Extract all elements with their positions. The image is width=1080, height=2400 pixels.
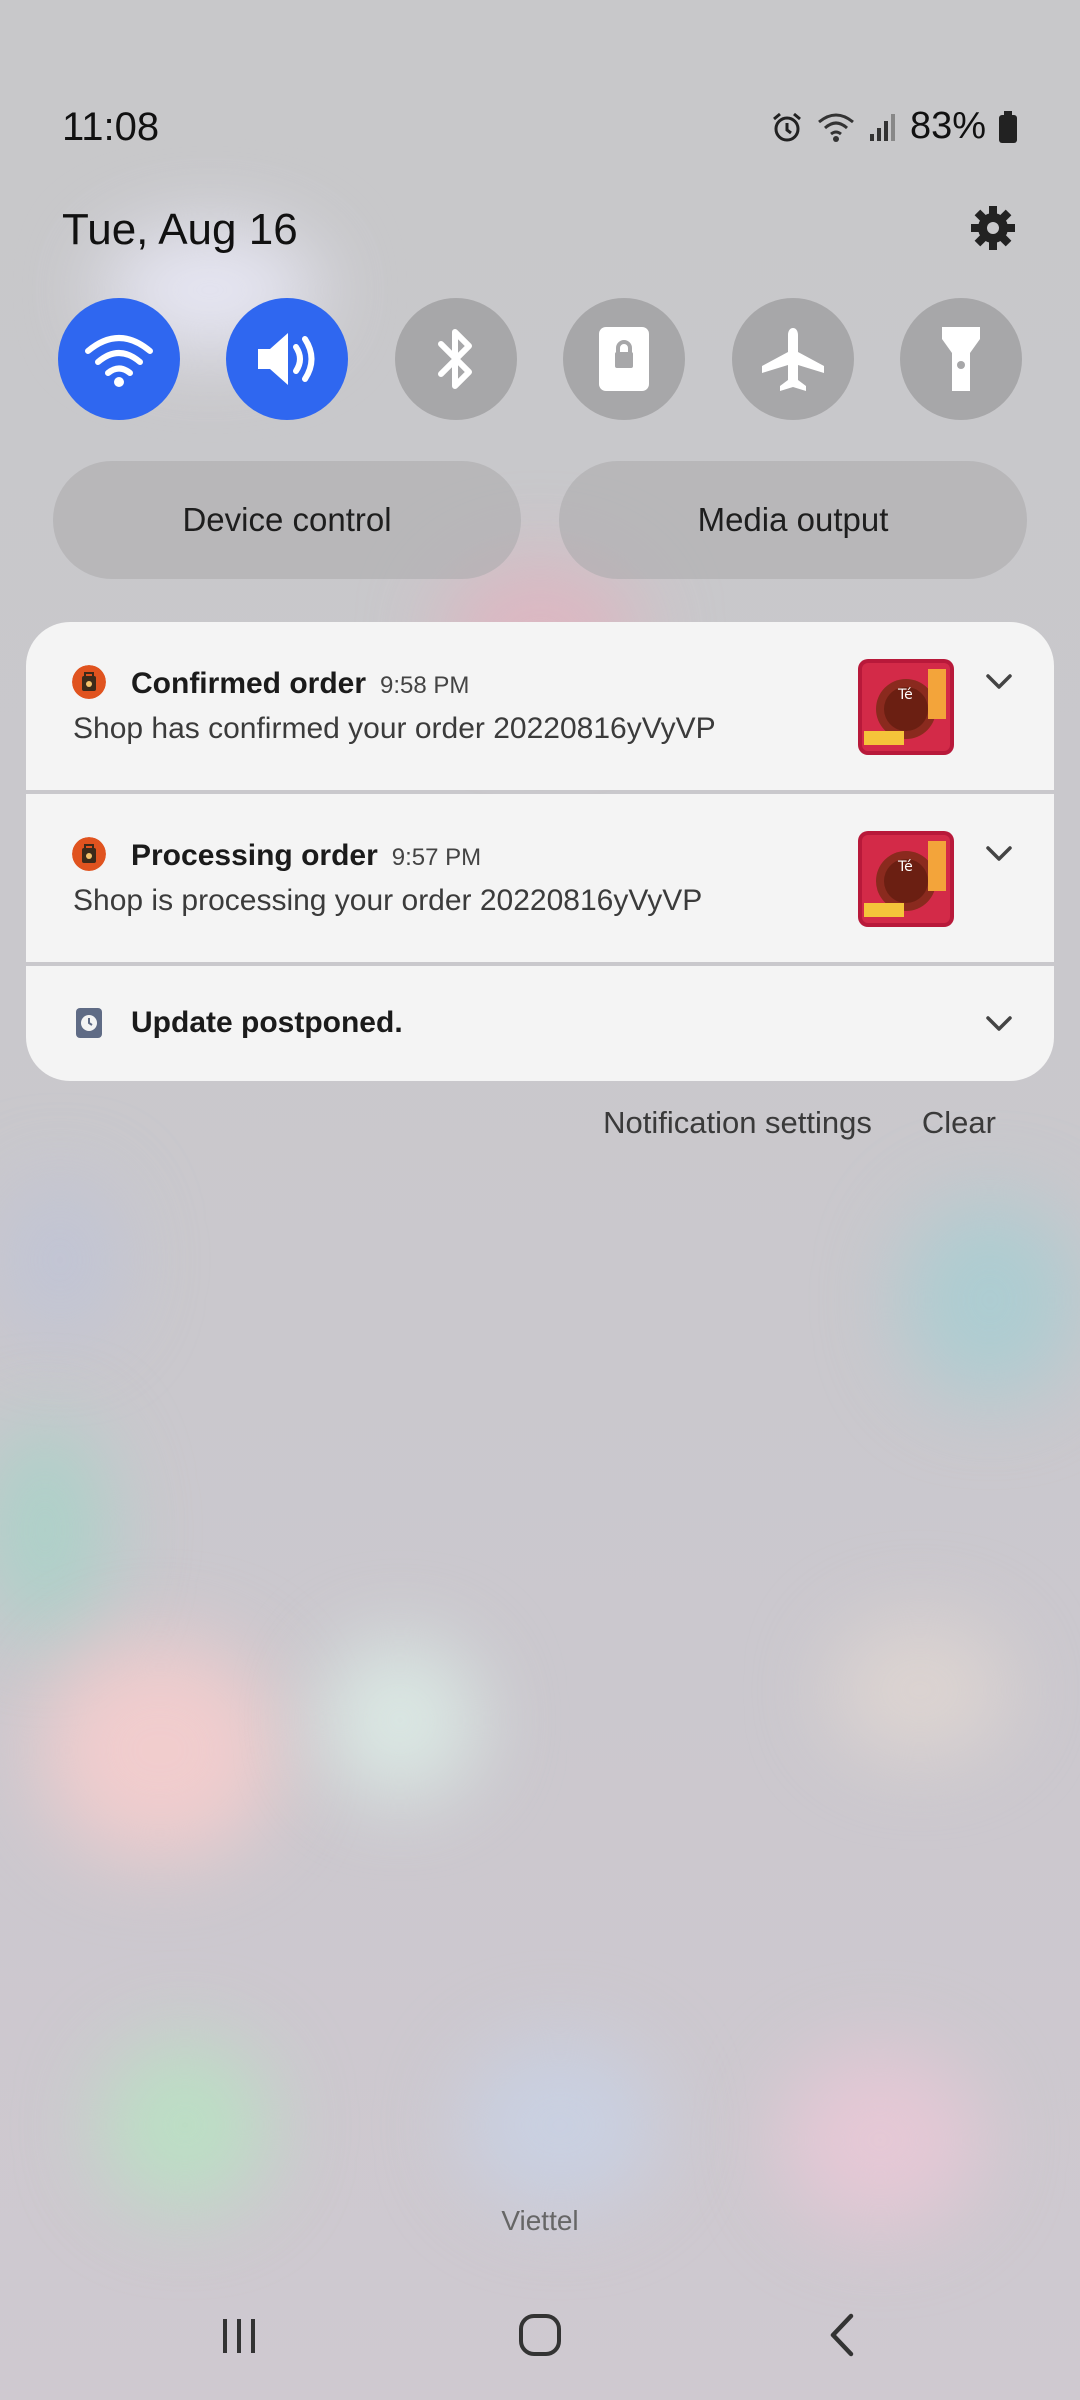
recents-icon <box>223 2319 255 2353</box>
flashlight-icon <box>941 327 980 391</box>
notification-settings-button[interactable]: Notification settings <box>603 1105 872 1141</box>
home-button[interactable] <box>505 2300 575 2370</box>
notification-card[interactable]: Confirmed order 9:58 PM Shop has confirme… <box>26 622 1054 790</box>
product-thumbnail: Té <box>858 831 954 927</box>
notification-list: Confirmed order 9:58 PM Shop has confirme… <box>26 622 1054 1081</box>
battery-icon <box>998 110 1018 144</box>
chevron-down-icon[interactable] <box>982 836 1016 870</box>
notification-body: Shop is processing your order 20220816yV… <box>73 884 703 917</box>
media-output-button[interactable]: Media output <box>559 461 1027 579</box>
notification-card[interactable]: Processing order 9:57 PM Shop is processi… <box>26 794 1054 962</box>
clear-button[interactable]: Clear <box>922 1105 996 1141</box>
quick-settings-tiles <box>58 298 1022 420</box>
chevron-down-icon[interactable] <box>982 664 1016 698</box>
product-thumbnail: Té <box>858 659 954 755</box>
date-label: Tue, Aug 16 <box>62 205 298 254</box>
notification-time: 9:57 PM <box>391 844 482 871</box>
rotation-lock-toggle[interactable] <box>563 298 686 420</box>
notification-title: Confirmed order 9:58 PM <box>131 667 469 701</box>
notification-title: Update postponed. <box>131 1006 403 1039</box>
navigation-bar <box>0 2300 1080 2370</box>
wifi-toggle[interactable] <box>58 298 180 420</box>
bluetooth-toggle[interactable] <box>394 298 517 420</box>
airplane-mode-toggle[interactable] <box>731 298 854 420</box>
shop-app-icon <box>72 837 106 871</box>
shop-app-icon <box>72 665 106 699</box>
sound-toggle[interactable] <box>226 298 349 420</box>
carrier-label: Viettel <box>501 2205 579 2236</box>
back-button[interactable] <box>808 2300 878 2370</box>
gear-icon[interactable] <box>968 203 1018 253</box>
signal-icon <box>868 112 898 142</box>
airplane-icon <box>761 328 824 391</box>
home-icon <box>519 2314 561 2356</box>
rotation-lock-icon <box>599 327 650 391</box>
sound-icon <box>258 333 315 385</box>
battery-percent: 83% <box>909 105 986 147</box>
clock: 11:08 <box>62 105 160 149</box>
notification-title: Processing order 9:57 PM <box>131 839 481 873</box>
svg-text:Té: Té <box>897 859 913 875</box>
device-control-button[interactable]: Device control <box>53 461 521 579</box>
notification-time: 9:58 PM <box>380 672 470 699</box>
software-update-icon <box>76 1008 102 1038</box>
bluetooth-icon <box>437 329 472 389</box>
chevron-down-icon[interactable] <box>982 1006 1016 1040</box>
notification-card[interactable]: Update postponed. <box>26 966 1054 1081</box>
wifi-icon <box>816 110 856 144</box>
flashlight-toggle[interactable] <box>899 298 1022 420</box>
notification-title-text: Confirmed order <box>131 667 367 700</box>
alarm-icon <box>770 110 804 144</box>
notification-body: Shop has confirmed your order 20220816yV… <box>73 712 716 745</box>
notification-title-text: Processing order <box>131 839 378 872</box>
recents-button[interactable] <box>204 2300 274 2370</box>
status-bar: 11:08 83% <box>62 100 1018 160</box>
back-icon <box>830 2313 854 2357</box>
wifi-icon <box>85 335 153 387</box>
svg-text:Té: Té <box>897 687 913 703</box>
